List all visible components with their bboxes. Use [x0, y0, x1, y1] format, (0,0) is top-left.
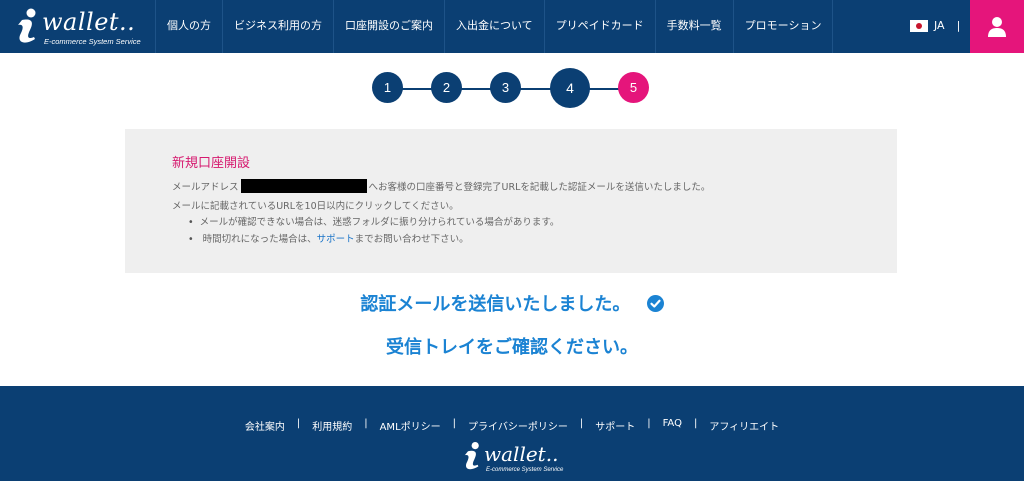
nav-item-business[interactable]: ビジネス利用の方 [222, 0, 333, 53]
logo-i-icon [464, 442, 479, 470]
user-account-button[interactable] [970, 0, 1024, 53]
header: wallet.. E-commerce System Service 個人の方 … [0, 0, 1024, 53]
footer-link-faq[interactable]: FAQ [651, 418, 694, 433]
footer: 会社案内 | 利用規約 | AMLポリシー | プライバシーポリシー | サポー… [0, 386, 1024, 481]
step-1: 1 [372, 72, 403, 103]
step-4-current: 4 [550, 68, 590, 108]
nav-item-personal[interactable]: 個人の方 [155, 0, 222, 53]
email-label: メールアドレス [172, 182, 239, 193]
language-code: JA [934, 19, 945, 32]
progress-steps: 1 2 3 4 5 [0, 68, 1024, 108]
redacted-email [240, 179, 367, 193]
check-circle-icon [646, 295, 664, 312]
footer-link-company[interactable]: 会社案内 [233, 418, 297, 433]
japan-flag-icon [910, 19, 928, 32]
spam-folder-note: メールが確認できない場合は、迷惑フォルダに振り分けられている場合があります。 [199, 217, 560, 228]
logo-tagline: E-commerce System Service [44, 37, 141, 46]
footer-link-affiliate[interactable]: アフィリエイト [697, 418, 791, 433]
nav-item-account-opening[interactable]: 口座開設のご案内 [333, 0, 444, 53]
nav-item-promotion[interactable]: プロモーション [732, 0, 834, 53]
footer-links: 会社案内 | 利用規約 | AMLポリシー | プライバシーポリシー | サポー… [0, 418, 1024, 433]
footer-link-aml-policy[interactable]: AMLポリシー [368, 418, 453, 433]
footer-link-privacy-policy[interactable]: プライバシーポリシー [456, 418, 580, 433]
timeout-note-prefix: 時間切れになった場合は、 [202, 234, 317, 245]
email-sent-heading: 認証メールを送信いたしました。 [360, 294, 631, 315]
step-3: 3 [490, 72, 521, 103]
list-item: 時間切れになった場合は、サポートまでお問い合わせ下さい。 [188, 231, 559, 248]
section-title: 新規口座開設 [172, 156, 251, 171]
nav-item-prepaid-card[interactable]: プリペイドカード [543, 0, 655, 53]
language-selector[interactable]: JA | [910, 19, 960, 32]
list-item: メールが確認できない場合は、迷惑フォルダに振り分けられている場合があります。 [188, 214, 560, 231]
email-sent-text: へお客様の口座番号と登録完了URLを記載した認証メールを送信いたしました。 [368, 182, 711, 193]
step-5: 5 [618, 72, 649, 103]
logo-i-icon [18, 8, 36, 43]
nav-item-deposit-withdrawal[interactable]: 入出金について [444, 0, 544, 53]
email-sent-message: 認証メールを送信いたしました。 [0, 290, 1024, 316]
nav-item-fees[interactable]: 手数料一覧 [654, 0, 733, 53]
footer-link-terms[interactable]: 利用規約 [300, 418, 364, 433]
timeout-note-suffix: までお問い合わせ下さい。 [354, 234, 469, 245]
footer-link-support[interactable]: サポート [583, 418, 647, 433]
logo[interactable]: wallet.. E-commerce System Service [12, 6, 152, 48]
footer-logo[interactable]: wallet.. E-commerce System Service [460, 440, 570, 476]
support-link[interactable]: サポート [317, 234, 355, 245]
account-opening-info-box: 新規口座開設 メールアドレス へお客様の口座番号と登録完了URLを記載した認証メ… [125, 129, 897, 273]
notes-list: メールが確認できない場合は、迷惑フォルダに振り分けられている場合があります。 時… [188, 214, 560, 248]
footer-logo-text: wallet.. [484, 442, 559, 466]
check-inbox-message: 受信トレイをご確認ください。 [386, 337, 638, 358]
step-2: 2 [431, 72, 462, 103]
language-separator: | [956, 19, 961, 32]
logo-text: wallet.. [42, 8, 136, 36]
email-sent-notice: メールアドレス へお客様の口座番号と登録完了URLを記載した認証メールを送信いた… [172, 179, 710, 193]
url-deadline-notice: メールに記載されているURLを10日以内にクリックしてください。 [172, 201, 459, 212]
main-nav: 個人の方 ビジネス利用の方 口座開設のご案内 入出金について プリペイドカード … [155, 0, 834, 53]
user-icon [988, 16, 1006, 37]
footer-logo-tagline: E-commerce System Service [486, 467, 564, 473]
